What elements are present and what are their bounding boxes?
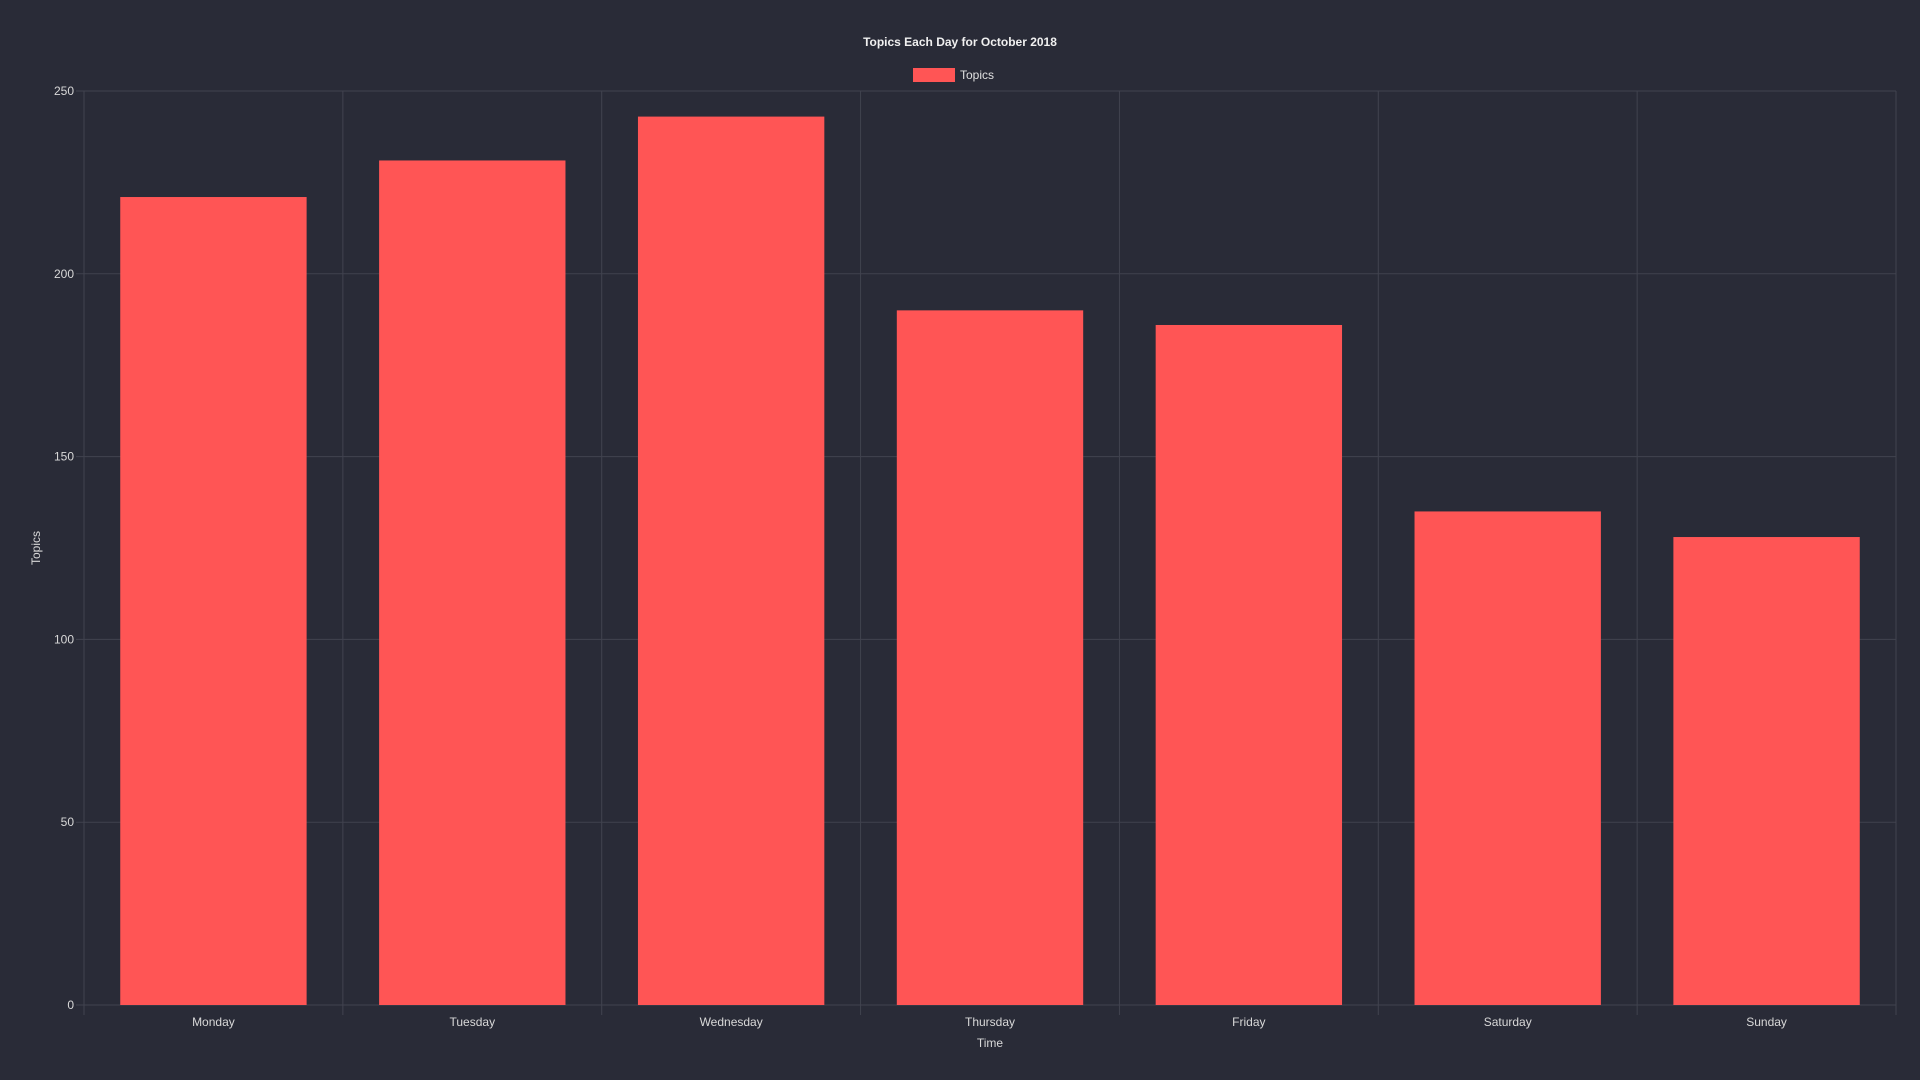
bar-saturday <box>1414 511 1601 1005</box>
bar-monday <box>120 197 307 1006</box>
y-axis-ticks: 0 50 100 150 200 250 <box>54 84 74 1012</box>
x-axis-title: Time <box>977 1036 1004 1050</box>
x-tick-label: Wednesday <box>700 1015 763 1029</box>
y-axis-title: Topics <box>29 531 43 565</box>
bar-tuesday <box>379 160 566 1006</box>
x-tick-label: Friday <box>1232 1015 1265 1029</box>
y-tick-label: 150 <box>54 450 74 464</box>
x-tick-label: Sunday <box>1746 1015 1787 1029</box>
bar-thursday <box>896 310 1084 1005</box>
x-axis-ticks: Monday Tuesday Wednesday Thursday Friday Satu… <box>192 1015 1787 1029</box>
chart-title: Topics Each Day for October 2018 <box>863 35 1057 49</box>
bar-friday <box>1155 324 1343 1005</box>
bars-layer <box>120 116 1860 1006</box>
legend-label: Topics <box>960 68 994 82</box>
legend-swatch <box>913 68 955 82</box>
x-tick-label: Saturday <box>1484 1015 1532 1029</box>
x-tick-label: Thursday <box>965 1015 1015 1029</box>
x-tick-label: Tuesday <box>449 1015 495 1029</box>
y-tick-label: 200 <box>54 267 74 281</box>
bar-wednesday <box>637 116 825 1006</box>
y-tick-label: 50 <box>61 815 75 829</box>
y-tick-label: 250 <box>54 84 74 98</box>
x-tick-label: Monday <box>192 1015 235 1029</box>
bar-chart: Topics Each Day for October 2018 Topics … <box>29 35 1897 1050</box>
bar-sunday <box>1673 537 1860 1005</box>
y-tick-label: 100 <box>54 632 74 646</box>
y-tick-label: 0 <box>67 998 74 1012</box>
legend[interactable]: Topics <box>913 68 994 82</box>
